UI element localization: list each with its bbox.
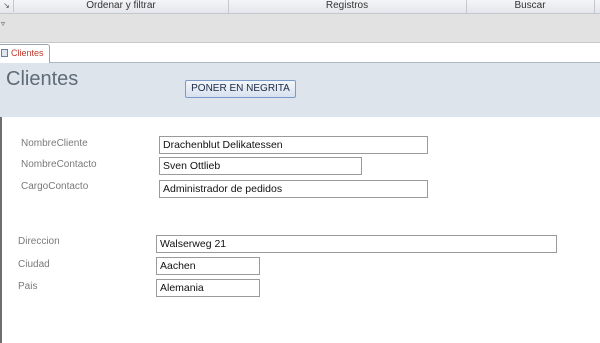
- ribbon-group-find: Buscar: [514, 0, 546, 11]
- cargo-contacto-field[interactable]: Administrador de pedidos: [159, 180, 428, 198]
- dialog-launcher-icon[interactable]: ↘: [0, 0, 14, 12]
- nombre-contacto-field[interactable]: Sven Ottlieb: [159, 157, 362, 175]
- message-bar: ▿: [0, 14, 600, 43]
- ribbon-separator: [594, 0, 595, 13]
- bold-button[interactable]: PONER EN NEGRITA: [185, 80, 296, 98]
- tab-clientes[interactable]: Clientes: [0, 44, 50, 63]
- cargo-contacto-label: CargoContacto: [21, 181, 89, 192]
- ciudad-label: Ciudad: [18, 259, 50, 270]
- quick-access-dropdown-icon[interactable]: ▿: [1, 19, 5, 28]
- nombre-cliente-label: NombreCliente: [21, 138, 88, 149]
- form-header: Clientes PONER EN NEGRITA: [0, 63, 600, 117]
- nombre-contacto-label: NombreContacto: [21, 159, 97, 170]
- form-icon: [1, 49, 8, 57]
- tab-label: Clientes: [11, 48, 44, 58]
- direccion-field[interactable]: Walserweg 21: [156, 235, 557, 253]
- form-title: Clientes: [6, 68, 79, 90]
- ciudad-field[interactable]: Aachen: [156, 257, 260, 275]
- pais-field[interactable]: Alemania: [156, 279, 260, 297]
- ribbon-group-records: Registros: [325, 0, 369, 11]
- ribbon-group-bar: ↘ Ordenar y filtrar Registros Buscar: [0, 0, 600, 14]
- ribbon-group-sort-filter: Ordenar y filtrar: [86, 0, 156, 11]
- document-tab-strip: Clientes: [0, 43, 600, 63]
- direccion-label: Direccion: [18, 236, 60, 247]
- form-left-border: [0, 117, 2, 343]
- nombre-cliente-field[interactable]: Drachenblut Delikatessen: [159, 136, 428, 154]
- pais-label: Pais: [18, 281, 38, 292]
